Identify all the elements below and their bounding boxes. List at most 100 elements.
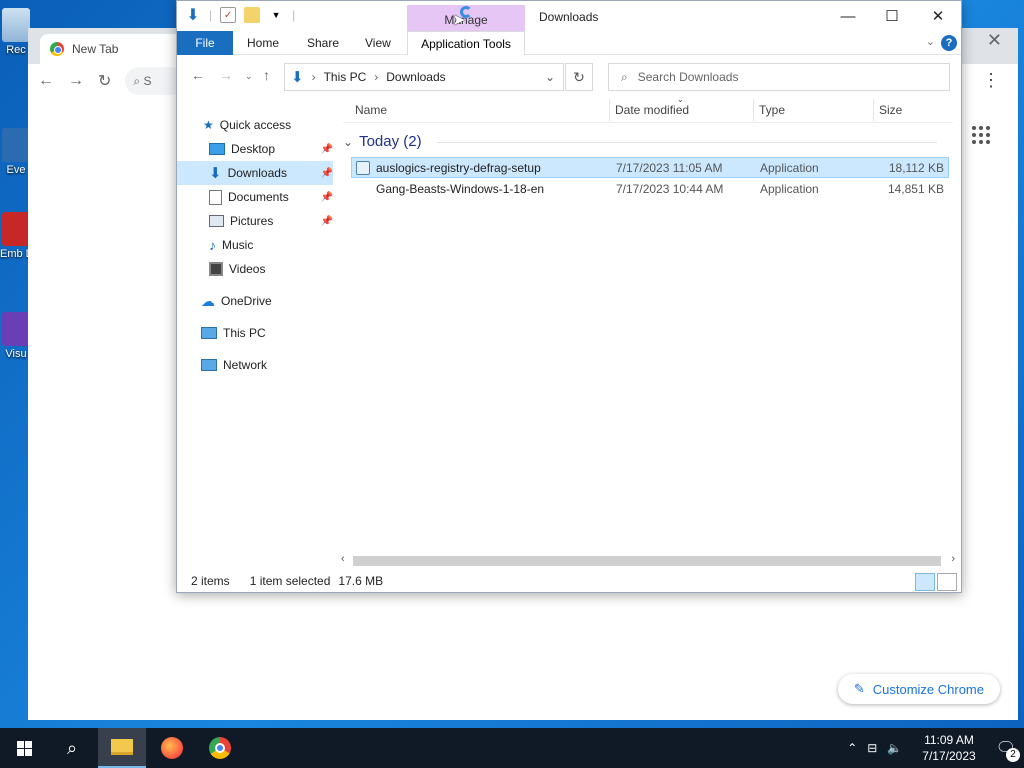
omnibox-text: S bbox=[143, 74, 152, 88]
group-header-today[interactable]: ⌄ Today (2) bbox=[343, 133, 422, 150]
search-icon: ⌕ bbox=[621, 69, 628, 84]
refresh-icon: ↻ bbox=[573, 68, 585, 85]
forward-arrow-icon[interactable]: → bbox=[219, 67, 233, 83]
taskbar: ⌕ ⌃ ⊟ 🔈 11:09 AM 7/17/2023 🗨 2 bbox=[0, 728, 1024, 768]
file-size: 14,851 KB bbox=[887, 181, 944, 196]
nav-item-videos[interactable]: Videos bbox=[177, 257, 333, 281]
firefox-taskbar-button[interactable] bbox=[148, 728, 196, 768]
mouse-cursor-icon: ➤ bbox=[452, 12, 466, 29]
explorer-titlebar: ⬇ | ✓ ▼ | Manage Downloads — ☐ ✕ bbox=[177, 1, 961, 33]
scroll-right-icon[interactable]: › bbox=[951, 553, 955, 565]
recycle-bin-icon bbox=[2, 8, 30, 42]
navigation-bar: ← → ⌄ ↑ ⬇ › This PC › Downloads ⌄ ↻ ⌕ Se… bbox=[177, 55, 961, 97]
pin-icon[interactable]: 📌 bbox=[321, 216, 333, 227]
nav-item-label: OneDrive bbox=[221, 294, 272, 308]
breadcrumb-downloads[interactable]: Downloads bbox=[386, 70, 445, 84]
column-separator[interactable] bbox=[753, 99, 754, 121]
file-name: Gang-Beasts-Windows-1-18-en bbox=[376, 181, 545, 196]
status-selected-size: 17.6 MB bbox=[338, 574, 384, 588]
horizontal-scrollbar[interactable]: ‹ › bbox=[339, 553, 959, 569]
status-selected-count: 1 item selected bbox=[249, 574, 331, 588]
maximize-button[interactable]: ☐ bbox=[869, 1, 915, 31]
column-headers: Name Date modified ⌄ Type Size bbox=[343, 95, 953, 123]
ribbon-expand-icon[interactable]: ⌄ bbox=[926, 35, 935, 48]
chrome-reload-icon[interactable]: ↻ bbox=[98, 71, 111, 91]
back-arrow-icon[interactable]: ← bbox=[191, 67, 205, 83]
breadcrumb-this-pc[interactable]: This PC bbox=[324, 70, 367, 84]
up-arrow-icon[interactable]: ↑ bbox=[263, 67, 270, 83]
app-icon bbox=[2, 212, 30, 246]
qat-dropdown-icon[interactable]: ▼ bbox=[268, 7, 284, 23]
minimize-button[interactable]: — bbox=[825, 1, 871, 31]
nav-item-label: Network bbox=[223, 358, 268, 372]
column-header-type[interactable]: Type bbox=[759, 103, 785, 117]
table-row[interactable]: Gang-Beasts-Windows-1-18-en 7/17/2023 10… bbox=[351, 178, 949, 199]
customize-chrome-button[interactable]: ✎ Customize Chrome bbox=[837, 674, 1000, 704]
application-icon bbox=[356, 160, 370, 175]
show-hidden-icons-icon[interactable]: ⌃ bbox=[847, 741, 857, 755]
scroll-left-icon[interactable]: ‹ bbox=[341, 553, 345, 565]
refresh-button[interactable]: ↻ bbox=[565, 63, 593, 91]
google-apps-icon[interactable] bbox=[972, 126, 990, 144]
chrome-tab-new-tab[interactable]: New Tab bbox=[40, 34, 190, 64]
ribbon-tab-file[interactable]: File bbox=[177, 31, 233, 55]
desktop-folder-icon bbox=[209, 143, 225, 155]
status-bar: 2 items 1 item selected 17.6 MB bbox=[177, 569, 963, 593]
pin-icon[interactable]: 📌 bbox=[321, 168, 333, 179]
file-explorer-taskbar-button[interactable] bbox=[98, 728, 146, 768]
column-header-name[interactable]: Name bbox=[355, 103, 387, 117]
chrome-back-icon[interactable]: ← bbox=[38, 72, 54, 90]
search-icon[interactable]: ⌕ bbox=[48, 728, 96, 768]
address-bar[interactable]: ⬇ › This PC › Downloads ⌄ bbox=[284, 63, 564, 91]
search-input[interactable]: ⌕ Search Downloads bbox=[608, 63, 950, 91]
pin-icon[interactable]: 📌 bbox=[321, 144, 333, 155]
nav-item-label: This PC bbox=[223, 326, 266, 340]
column-header-date-modified[interactable]: Date modified bbox=[615, 103, 689, 117]
group-label: Today (2) bbox=[359, 133, 422, 150]
nav-item-network[interactable]: Network bbox=[177, 353, 333, 377]
nav-item-this-pc[interactable]: This PC bbox=[177, 321, 333, 345]
details-view-button[interactable] bbox=[915, 573, 935, 591]
windows-logo-icon bbox=[16, 740, 32, 756]
start-button[interactable] bbox=[0, 728, 48, 768]
clock[interactable]: 11:09 AM 7/17/2023 bbox=[922, 732, 975, 764]
scrollbar-thumb[interactable] bbox=[353, 556, 941, 566]
nav-item-pictures[interactable]: Pictures 📌 bbox=[177, 209, 333, 233]
ribbon-tab-application-tools[interactable]: Application Tools bbox=[407, 31, 525, 55]
column-separator[interactable] bbox=[609, 99, 610, 121]
network-status-icon[interactable]: ⊟ bbox=[867, 741, 877, 755]
ribbon-tab-view[interactable]: View bbox=[365, 36, 391, 50]
new-folder-icon[interactable] bbox=[244, 7, 261, 23]
column-header-size[interactable]: Size bbox=[879, 103, 902, 117]
nav-item-onedrive[interactable]: ☁ OneDrive bbox=[177, 289, 333, 313]
close-button[interactable]: ✕ bbox=[915, 1, 961, 31]
ribbon-tab-home[interactable]: Home bbox=[247, 36, 279, 50]
column-separator[interactable] bbox=[873, 99, 874, 121]
downloads-folder-icon: ⬇ bbox=[209, 165, 222, 182]
chrome-taskbar-button[interactable] bbox=[196, 728, 244, 768]
cloud-icon: ☁ bbox=[201, 292, 215, 309]
nav-item-downloads[interactable]: ⬇ Downloads 📌 bbox=[177, 161, 333, 185]
chrome-forward-icon[interactable]: → bbox=[68, 72, 84, 90]
pin-icon[interactable]: 📌 bbox=[321, 192, 333, 203]
nav-item-quick-access[interactable]: ★ Quick access bbox=[177, 113, 333, 137]
ribbon-tab-share[interactable]: Share bbox=[307, 36, 339, 50]
visual-studio-icon bbox=[2, 312, 30, 346]
nav-item-desktop[interactable]: Desktop 📌 bbox=[177, 137, 333, 161]
download-arrow-icon[interactable]: ⬇ bbox=[185, 7, 201, 24]
recent-locations-icon[interactable]: ⌄ bbox=[245, 71, 253, 82]
large-icons-view-button[interactable] bbox=[937, 573, 957, 591]
chrome-menu-icon[interactable]: ⋮ bbox=[982, 70, 1000, 91]
address-dropdown-icon[interactable]: ⌄ bbox=[545, 70, 555, 84]
nav-item-documents[interactable]: Documents 📌 bbox=[177, 185, 333, 209]
table-row[interactable]: auslogics-registry-defrag-setup 7/17/202… bbox=[351, 157, 949, 178]
view-toggle bbox=[915, 573, 957, 591]
chrome-tab-title: New Tab bbox=[72, 42, 119, 56]
nav-item-label: Downloads bbox=[227, 166, 287, 180]
notifications-icon[interactable]: 🗨 2 bbox=[996, 738, 1020, 762]
volume-muted-icon[interactable]: 🔈 bbox=[887, 741, 902, 755]
chrome-close-icon[interactable]: ✕ bbox=[987, 30, 1002, 51]
properties-icon[interactable]: ✓ bbox=[220, 7, 237, 23]
nav-item-music[interactable]: ♪ Music bbox=[177, 233, 333, 257]
help-icon[interactable]: ? bbox=[941, 35, 957, 51]
